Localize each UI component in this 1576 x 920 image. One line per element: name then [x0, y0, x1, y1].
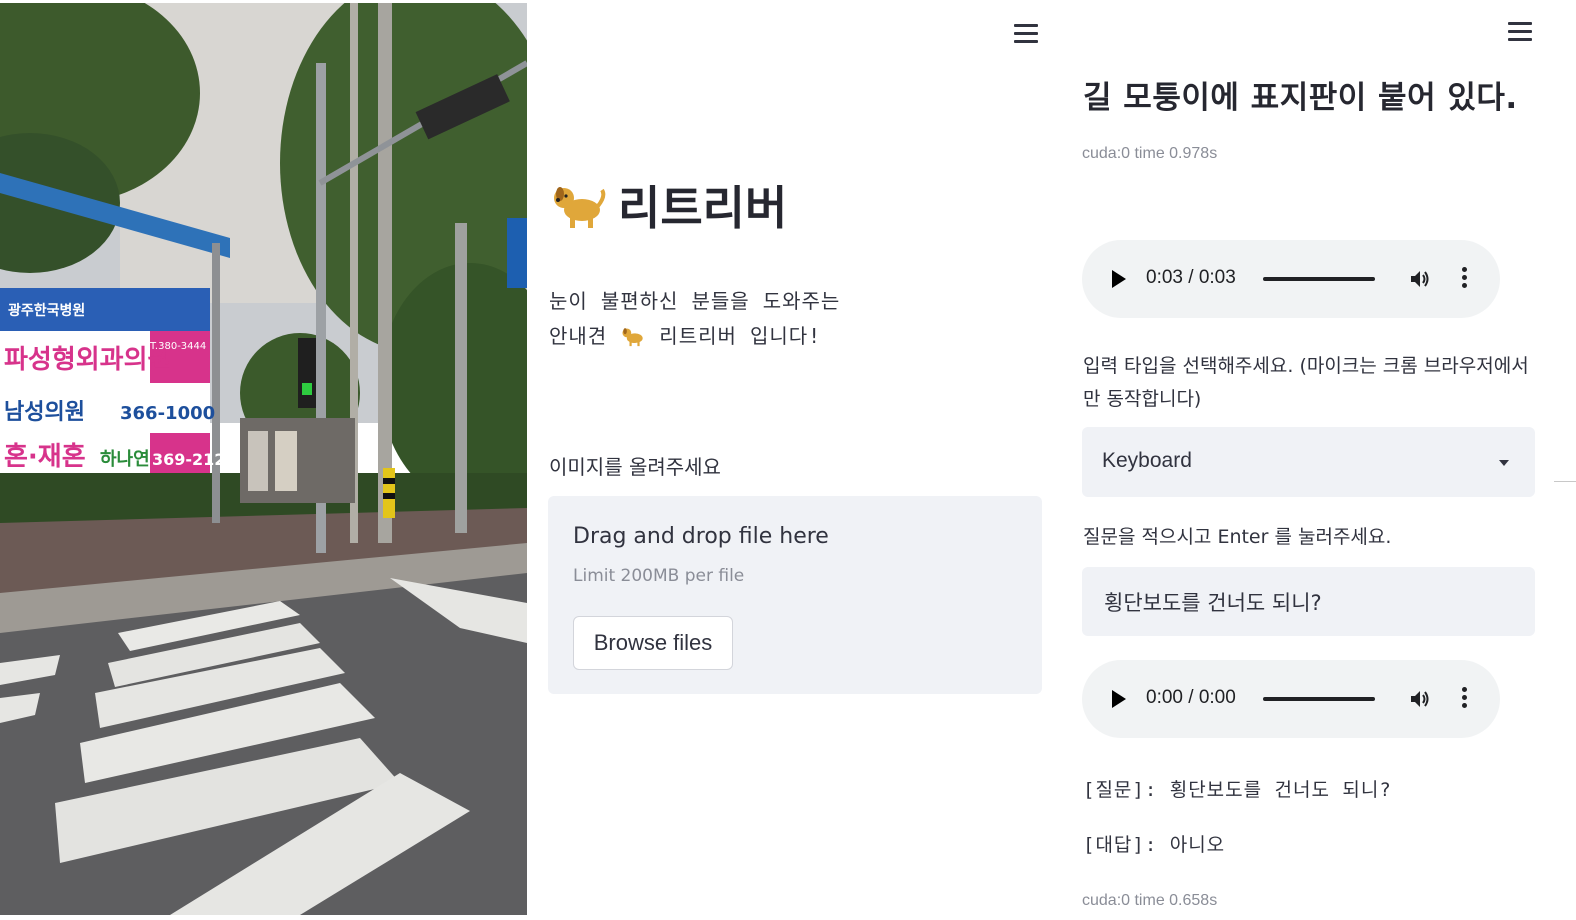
file-dropzone[interactable]: Drag and drop file here Limit 200MB per …	[548, 496, 1042, 694]
more-options-icon[interactable]	[1460, 687, 1468, 711]
caption-timing: cuda:0 time 0.978s	[1082, 145, 1218, 162]
dog-emoji-icon	[550, 180, 606, 230]
app-title-text: 리트리버	[618, 181, 788, 235]
answer-audio-player[interactable]: 0:00 / 0:00	[1082, 660, 1500, 738]
qa-question: [질문]: 횡단보도를 건너도 되니?	[1083, 779, 1392, 801]
dropzone-text: Drag and drop file here	[573, 524, 829, 549]
image-caption: 길 모퉁이에 표지판이 붙어 있다.	[1083, 80, 1518, 116]
chevron-down-icon	[1499, 460, 1509, 466]
question-input[interactable]	[1082, 567, 1535, 636]
upload-label: 이미지를 올려주세요	[549, 455, 721, 479]
input-type-help: 입력 타입을 선택해주세요. (마이크는 크롬 브라우저에서만 동작합니다)	[1083, 355, 1529, 410]
question-input-box[interactable]	[1082, 567, 1535, 636]
intro-line-2-prefix: 안내견	[549, 324, 608, 348]
svg-text:광주한국병원: 광주한국병원	[8, 302, 85, 319]
svg-text:366-1000: 366-1000	[120, 403, 215, 424]
play-icon[interactable]	[1112, 270, 1126, 288]
street-crosswalk-photo: 광주한국병원 파성형외과의원 남성의원 366-1000 혼·재혼 하나연 36…	[0, 3, 527, 915]
more-options-icon[interactable]	[1460, 267, 1468, 291]
audio-progress-track[interactable]	[1263, 277, 1375, 281]
browse-files-button[interactable]: Browse files	[573, 616, 733, 670]
divider	[1554, 481, 1576, 482]
volume-icon[interactable]	[1408, 267, 1432, 291]
dropzone-limit: Limit 200MB per file	[573, 566, 745, 586]
input-type-select[interactable]: Keyboard	[1082, 427, 1535, 497]
caption-audio-player[interactable]: 0:03 / 0:03	[1082, 240, 1500, 318]
input-type-selected: Keyboard	[1102, 449, 1192, 472]
intro-text: 눈이 불편하신 분들을 도와주는 안내견 리트리버 입니다!	[549, 284, 840, 354]
audio-time: 0:00 / 0:00	[1146, 687, 1236, 708]
answer-timing: cuda:0 time 0.658s	[1082, 892, 1218, 909]
hamburger-menu-icon[interactable]	[1508, 22, 1532, 42]
svg-text:T.380-3444: T.380-3444	[149, 341, 206, 352]
app-title: 리트리버	[550, 172, 787, 238]
intro-line-2-suffix: 리트리버 입니다!	[659, 324, 822, 348]
intro-line-1: 눈이 불편하신 분들을 도와주는	[549, 289, 841, 313]
dog-emoji-icon	[620, 323, 646, 347]
hamburger-menu-icon[interactable]	[1014, 24, 1038, 44]
svg-text:369-2121: 369-2121	[152, 450, 237, 469]
audio-progress-track[interactable]	[1263, 697, 1375, 701]
play-icon[interactable]	[1112, 690, 1126, 708]
svg-text:남성의원: 남성의원	[4, 400, 85, 425]
volume-icon[interactable]	[1408, 687, 1432, 711]
question-help: 질문을 적으시고 Enter 를 눌러주세요.	[1083, 526, 1392, 548]
svg-text:파성형외과의원: 파성형외과의원	[4, 345, 171, 375]
qa-answer: [대답]: 아니오	[1083, 834, 1226, 856]
svg-text:혼·재혼: 혼·재혼	[4, 442, 86, 472]
svg-text:하나연: 하나연	[100, 449, 150, 470]
audio-time: 0:03 / 0:03	[1146, 267, 1236, 288]
intro-line-2: 안내견 리트리버 입니다!	[549, 319, 840, 354]
